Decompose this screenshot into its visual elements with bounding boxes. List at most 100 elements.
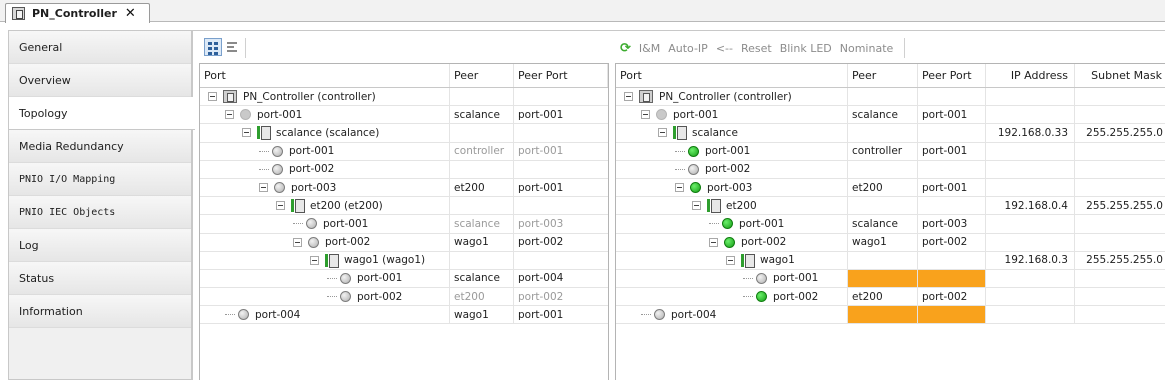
table-row[interactable]: port-002 wago1 port-002 (200, 233, 608, 252)
column-header-port[interactable]: Port (200, 64, 450, 87)
table-row[interactable]: port-001 controller port-001 (200, 142, 608, 161)
table-row[interactable]: scalance (scalance) (200, 124, 608, 143)
peer-port-cell (514, 161, 608, 178)
collapse-icon[interactable] (709, 237, 718, 247)
list-view-icon[interactable] (224, 38, 242, 56)
collapse-icon[interactable] (624, 92, 633, 102)
table-row[interactable]: port-002 et200 port-002 (616, 288, 1165, 307)
subnet-mask-cell (1075, 215, 1165, 232)
nav-empty-area (9, 328, 191, 378)
table-row[interactable]: port-001 (616, 269, 1165, 289)
nav-item-media-redundancy[interactable]: Media Redundancy (9, 130, 191, 163)
table-row[interactable]: port-001 scalance port-003 (616, 215, 1165, 234)
tab-pn-controller[interactable]: PN_Controller ✕ (5, 3, 150, 23)
port-cell: scalance (scalance) (200, 124, 450, 142)
port-name: wago1 (wago1) (344, 254, 426, 267)
port-name: port-002 (773, 290, 819, 303)
nav-item-pnio-io-mapping[interactable]: PNIO I/O Mapping (9, 163, 191, 196)
collapse-icon[interactable] (293, 237, 302, 247)
collapse-icon[interactable] (641, 110, 650, 120)
peer-cell (450, 124, 514, 142)
port-name: port-001 (323, 217, 369, 230)
table-row[interactable]: port-004 wago1 port-001 (200, 306, 608, 325)
table-row[interactable]: port-001 scalance port-001 (200, 106, 608, 125)
collapse-icon[interactable] (259, 183, 268, 193)
table-row[interactable]: PN_Controller (controller) (616, 88, 1165, 107)
table-row[interactable]: port-004 (616, 306, 1165, 325)
collapse-icon[interactable] (208, 92, 217, 102)
table-row[interactable]: et200 (et200) (200, 197, 608, 216)
table-row[interactable]: wago1 (wago1) (200, 251, 608, 270)
table-row[interactable]: et200 192.168.0.4 255.255.255.0 (616, 197, 1165, 216)
nominate-button[interactable]: Nominate (840, 42, 894, 55)
column-header-subnet-mask[interactable]: Subnet Mask (1075, 64, 1165, 87)
collapse-icon[interactable] (225, 110, 234, 120)
port-name: wago1 (760, 254, 795, 267)
reset-button[interactable]: Reset (741, 42, 772, 55)
port-cell: port-001 (616, 106, 848, 124)
table-row[interactable]: port-002 (200, 160, 608, 179)
close-icon[interactable]: ✕ (125, 6, 136, 21)
port-name: port-001 (673, 108, 719, 121)
column-header-port[interactable]: Port (616, 64, 848, 87)
collapse-icon[interactable] (692, 201, 701, 211)
table-row[interactable]: port-002 wago1 port-002 (616, 233, 1165, 252)
table-row[interactable]: port-001 scalance port-003 (200, 215, 608, 234)
nav-item-overview[interactable]: Overview (9, 64, 191, 97)
tree-view-icon[interactable] (204, 38, 222, 56)
nav-item-log[interactable]: Log (9, 229, 191, 262)
im-button[interactable]: I&M (639, 42, 660, 55)
port-name: scalance (692, 126, 738, 139)
peer-port-cell (918, 251, 986, 269)
collapse-icon[interactable] (242, 128, 251, 138)
collapse-icon[interactable] (276, 201, 285, 211)
apply-left-button[interactable]: <-- (716, 42, 733, 55)
peer-cell (450, 251, 514, 269)
column-header-ip-address[interactable]: IP Address (986, 64, 1075, 87)
table-row[interactable]: port-002 et200 port-002 (200, 288, 608, 307)
collapse-icon[interactable] (675, 183, 684, 193)
table-row[interactable]: port-001 controller port-001 (616, 142, 1165, 161)
table-row[interactable]: port-003 et200 port-001 (616, 178, 1165, 198)
nav-item-information[interactable]: Information (9, 295, 191, 328)
port-cell: port-001 (616, 142, 848, 160)
peer-cell: scalance (450, 106, 514, 124)
table-row[interactable]: PN_Controller (controller) (200, 88, 608, 107)
column-header-peer[interactable]: Peer (848, 64, 918, 87)
nav-item-status[interactable]: Status (9, 262, 191, 295)
tree-connector (675, 150, 685, 152)
table-row[interactable]: port-001 scalance port-001 (616, 106, 1165, 125)
collapse-icon[interactable] (658, 128, 667, 138)
refresh-icon[interactable]: ⟳ (620, 41, 631, 56)
port-cell: port-001 (200, 269, 450, 288)
column-header-peer[interactable]: Peer (450, 64, 514, 87)
table-row[interactable]: port-001 scalance port-004 (200, 269, 608, 289)
collapse-icon[interactable] (726, 255, 735, 265)
nav-item-topology[interactable]: Topology (9, 97, 195, 130)
peer-cell: wago1 (450, 306, 514, 324)
port-cell: PN_Controller (controller) (200, 88, 450, 106)
peer-port-cell: port-001 (918, 142, 986, 160)
tree-connector (327, 296, 337, 298)
table-row[interactable]: port-003 et200 port-001 (200, 178, 608, 198)
table-row[interactable]: wago1 192.168.0.3 255.255.255.0 (616, 251, 1165, 270)
peer-port-cell: port-001 (918, 178, 986, 197)
peer-cell (848, 306, 918, 324)
peer-port-cell: port-001 (518, 308, 564, 321)
nav-item-general[interactable]: General (9, 31, 191, 64)
collapse-icon[interactable] (310, 255, 319, 265)
ip-address-cell (986, 306, 1075, 324)
column-header-peer-port[interactable]: Peer Port (918, 64, 986, 87)
port-cell: port-002 (200, 233, 450, 251)
table-row[interactable]: scalance 192.168.0.33 255.255.255.0 (616, 124, 1165, 143)
port-cell: wago1 (616, 251, 848, 269)
column-header-peer-port[interactable]: Peer Port (514, 64, 608, 87)
blink-led-button[interactable]: Blink LED (780, 42, 832, 55)
table-row[interactable]: port-002 (616, 160, 1165, 179)
peer-port-cell: port-002 (518, 290, 564, 303)
nav-item-pnio-iec-objects[interactable]: PNIO IEC Objects (9, 196, 191, 229)
subnet-mask-cell: 255.255.255.0 (1086, 126, 1163, 139)
peer-cell: et200 (450, 178, 514, 197)
port-cell: port-003 (200, 178, 450, 197)
auto-ip-button[interactable]: Auto-IP (668, 42, 708, 55)
